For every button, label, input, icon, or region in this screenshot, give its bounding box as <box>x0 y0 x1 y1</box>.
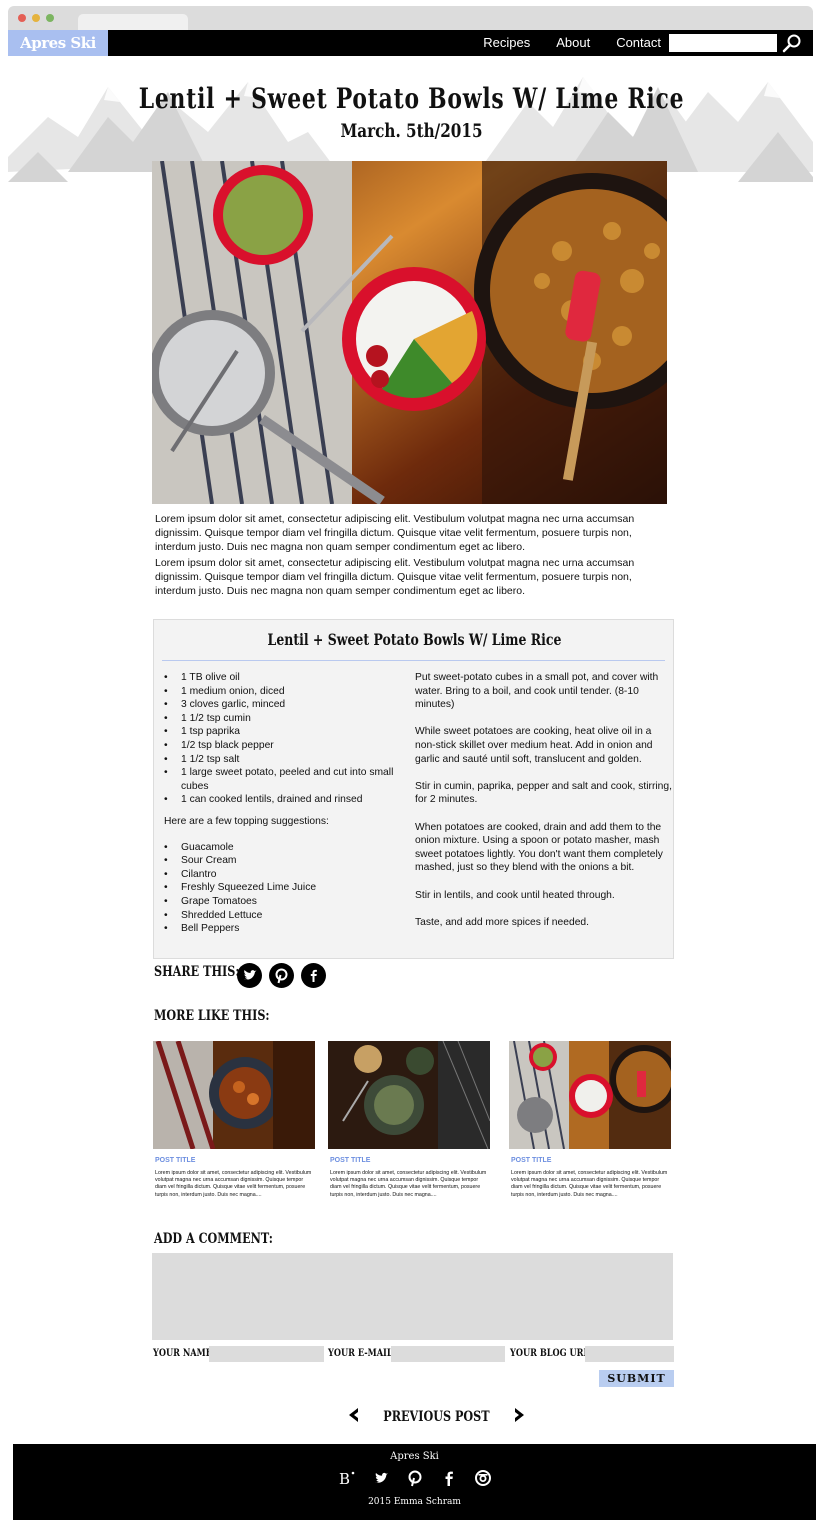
related-post-thumbnail[interactable] <box>328 1041 490 1149</box>
pinterest-icon[interactable] <box>405 1468 425 1488</box>
ingredient-item: 1 can cooked lentils, drained and rinsed <box>164 793 404 807</box>
post-date: March. 5th/2015 <box>340 120 483 142</box>
directions-column: Put sweet-potato cubes in a small pot, a… <box>415 671 673 943</box>
related-post-thumbnail[interactable] <box>509 1041 671 1149</box>
recipe-title: Lentil + Sweet Potato Bowls W/ Lime Rice <box>267 630 562 649</box>
ingredient-item: 1 1/2 tsp cumin <box>164 712 404 726</box>
direction-step: Stir in lentils, and cook until heated t… <box>415 889 615 901</box>
topping-item: Sour Cream <box>164 854 404 868</box>
comment-textarea[interactable] <box>152 1253 673 1340</box>
ingredients-list: 1 TB olive oil 1 medium onion, diced 3 c… <box>164 671 404 807</box>
maximize-window-dot[interactable] <box>46 14 54 22</box>
topping-item: Shredded Lettuce <box>164 909 404 923</box>
blogger-icon[interactable]: B <box>337 1468 357 1488</box>
topping-item: Cilantro <box>164 868 404 882</box>
topping-item: Bell Peppers <box>164 922 404 936</box>
ingredient-item: 1 tsp paprika <box>164 725 404 739</box>
previous-post-label: PREVIOUS POST <box>383 1409 490 1425</box>
topping-item: Guacamole <box>164 841 404 855</box>
nav-item-contact[interactable]: Contact <box>616 30 661 56</box>
post-title: Lentil + Sweet Potato Bowls W/ Lime Rice <box>138 82 685 115</box>
footer-social-icons: B <box>13 1468 816 1488</box>
related-post-card[interactable]: POST TITLE Lorem ipsum dolor sit amet, c… <box>509 1041 671 1199</box>
browser-tab[interactable] <box>78 14 188 30</box>
twitter-icon[interactable] <box>237 963 262 988</box>
ingredient-item: 1 medium onion, diced <box>164 685 404 699</box>
blog-url-field-label: YOUR BLOG URL: <box>510 1348 593 1359</box>
minimize-window-dot[interactable] <box>32 14 40 22</box>
post-paragraph: Lorem ipsum dolor sit amet, consectetur … <box>155 513 635 553</box>
direction-step: When potatoes are cooked, drain and add … <box>415 821 663 874</box>
topping-item: Grape Tomatoes <box>164 895 404 909</box>
ingredient-item: 1 large sweet potato, peeled and cut int… <box>164 766 404 793</box>
related-post-title[interactable]: POST TITLE <box>511 1157 671 1164</box>
post-paragraph: Lorem ipsum dolor sit amet, consectetur … <box>155 557 635 597</box>
direction-step: While sweet potatoes are cooking, heat o… <box>415 726 653 765</box>
nav-item-about[interactable]: About <box>556 30 590 56</box>
email-field[interactable] <box>391 1346 505 1362</box>
toppings-intro: Here are a few topping suggestions: <box>164 815 329 827</box>
topping-item: Freshly Squeezed Lime Juice <box>164 881 404 895</box>
close-window-dot[interactable] <box>18 14 26 22</box>
instagram-icon[interactable] <box>473 1468 493 1488</box>
browser-chrome <box>8 6 813 30</box>
name-field-label: YOUR NAME: <box>153 1348 216 1359</box>
share-label: SHARE THIS: <box>154 964 240 980</box>
recipe-card: Lentil + Sweet Potato Bowls W/ Lime Rice… <box>153 619 674 959</box>
recipe-divider <box>162 660 665 661</box>
footer-site-name: Apres Ski <box>390 1451 439 1462</box>
blog-url-field[interactable] <box>585 1346 674 1362</box>
post-body: Lorem ipsum dolor sit amet, consectetur … <box>155 513 667 602</box>
facebook-icon[interactable] <box>301 963 326 988</box>
search-input[interactable] <box>669 34 777 52</box>
related-post-excerpt: Lorem ipsum dolor sit amet, consectetur … <box>330 1170 487 1198</box>
email-field-label: YOUR E-MAIL: <box>328 1348 396 1359</box>
related-post-excerpt: Lorem ipsum dolor sit amet, consectetur … <box>155 1170 312 1198</box>
site-logo[interactable]: Apres Ski <box>8 30 108 56</box>
ingredient-item: 1/2 tsp black pepper <box>164 739 404 753</box>
search-icon[interactable] <box>781 33 803 53</box>
related-post-title[interactable]: POST TITLE <box>155 1157 315 1164</box>
footer-copyright: 2015 Emma Schram <box>368 1497 461 1507</box>
chevron-right-icon <box>513 1407 527 1428</box>
direction-step: Put sweet-potato cubes in a small pot, a… <box>415 672 659 711</box>
direction-step: Taste, and add more spices if needed. <box>415 916 590 928</box>
direction-step: Stir in cumin, paprika, pepper and salt … <box>415 780 672 806</box>
nav-item-recipes[interactable]: Recipes <box>483 30 530 56</box>
chevron-left-icon <box>346 1407 360 1428</box>
more-like-this-label: MORE LIKE THIS: <box>154 1008 270 1024</box>
main-food-photo <box>152 161 667 504</box>
site-navbar: Apres Ski Recipes About Contact <box>8 30 813 56</box>
ingredients-column: 1 TB olive oil 1 medium onion, diced 3 c… <box>164 671 404 936</box>
related-post-title[interactable]: POST TITLE <box>330 1157 490 1164</box>
pinterest-icon[interactable] <box>269 963 294 988</box>
related-post-card[interactable]: POST TITLE Lorem ipsum dolor sit amet, c… <box>153 1041 315 1199</box>
related-post-excerpt: Lorem ipsum dolor sit amet, consectetur … <box>511 1170 668 1198</box>
ingredient-item: 3 cloves garlic, minced <box>164 698 404 712</box>
facebook-icon[interactable] <box>439 1468 459 1488</box>
site-footer: Apres Ski B 2015 Emma Schram <box>13 1444 816 1520</box>
previous-post-link[interactable]: PREVIOUS POST <box>346 1407 527 1427</box>
name-field[interactable] <box>209 1346 324 1362</box>
svg-text:B: B <box>339 1470 350 1487</box>
ingredient-item: 1 TB olive oil <box>164 671 404 685</box>
submit-button[interactable]: SUBMIT <box>599 1370 674 1387</box>
nav-links: Recipes About Contact <box>483 30 661 56</box>
related-post-thumbnail[interactable] <box>153 1041 315 1149</box>
related-post-card[interactable]: POST TITLE Lorem ipsum dolor sit amet, c… <box>328 1041 490 1199</box>
twitter-icon[interactable] <box>371 1468 391 1488</box>
add-comment-label: ADD A COMMENT: <box>154 1231 273 1247</box>
toppings-list: Guacamole Sour Cream Cilantro Freshly Sq… <box>164 841 404 936</box>
ingredient-item: 1 1/2 tsp salt <box>164 753 404 767</box>
